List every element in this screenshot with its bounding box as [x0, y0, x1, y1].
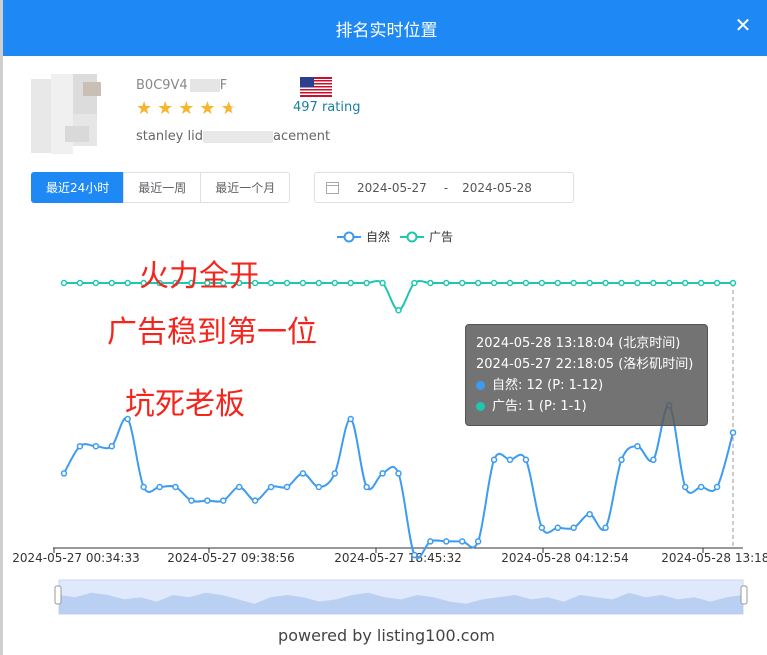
navigator-handle-left [54, 585, 62, 605]
data-point [235, 483, 243, 491]
data-point [522, 279, 530, 287]
data-point [331, 279, 339, 287]
data-point [427, 538, 434, 545]
rank-modal: 排名实时位置 ✕ B0C9V4 F ★★★★★ stanley lid acemen… [0, 0, 767, 655]
data-point [411, 551, 418, 559]
data-point [188, 497, 195, 504]
data-point [267, 279, 275, 287]
data-point [586, 510, 593, 518]
series-line-organic [63, 404, 734, 559]
data-point [395, 470, 402, 477]
data-point [379, 279, 386, 287]
data-point [474, 538, 482, 545]
data-point [522, 456, 530, 464]
annotation-text: 火力全开 [139, 259, 259, 294]
data-point [729, 279, 737, 287]
data-point [411, 279, 418, 287]
x-axis-tick-label: 2024-05-27 18:45:32 [334, 551, 461, 565]
data-point [618, 279, 625, 287]
data-point [108, 442, 116, 450]
data-point [156, 483, 163, 491]
data-point [506, 279, 514, 287]
data-point [427, 279, 434, 287]
data-point [60, 279, 68, 287]
data-point [681, 279, 689, 287]
data-point [681, 483, 689, 491]
data-point [506, 456, 514, 464]
data-point [363, 279, 370, 287]
data-point [697, 483, 705, 491]
data-point [554, 279, 562, 287]
data-point [729, 429, 737, 436]
data-point [172, 483, 179, 491]
data-point [538, 524, 546, 532]
annotation-text: 广告稳到第一位 [107, 315, 317, 350]
data-point [713, 483, 721, 491]
data-point [458, 538, 466, 545]
data-point [570, 524, 577, 532]
data-point [251, 497, 259, 504]
data-point [490, 456, 498, 464]
data-point [570, 279, 577, 287]
data-point [395, 306, 402, 314]
data-point [347, 279, 354, 287]
data-point [76, 442, 84, 450]
data-point [697, 279, 705, 287]
data-point [347, 415, 354, 423]
data-point [443, 279, 450, 287]
tooltip-ads: 广告: 1 (P: 1-1) [492, 399, 587, 414]
data-point [299, 279, 307, 287]
x-axis-tick-label: 2024-05-28 04:12:54 [501, 551, 628, 565]
data-point [76, 279, 84, 287]
x-axis-tick-label: 2024-05-27 00:34:33 [12, 551, 139, 565]
tooltip-organic: 自然: 12 (P: 1-12) [492, 378, 604, 393]
tooltip-la-time: 2024-05-27 22:18:05 (洛杉矶时间) [476, 357, 694, 372]
data-point [92, 442, 100, 450]
data-point [315, 279, 323, 287]
data-point [299, 470, 307, 477]
data-point [124, 279, 131, 287]
data-point [602, 524, 609, 532]
annotation-text: 坑死老板 [125, 387, 245, 422]
data-point [331, 470, 339, 477]
data-point [267, 483, 275, 491]
navigator-handle-right [740, 585, 748, 605]
data-point [586, 279, 593, 287]
data-point [283, 483, 291, 491]
data-point [666, 279, 673, 287]
data-point [363, 483, 370, 491]
data-point [283, 279, 291, 287]
data-point [634, 279, 641, 287]
data-point [458, 279, 466, 287]
data-point [315, 483, 323, 491]
data-point [60, 470, 68, 477]
tooltip-beijing-time: 2024-05-28 13:18:04 (北京时间) [476, 336, 681, 351]
data-point [443, 538, 450, 545]
x-axis-tick-label: 2024-05-27 09:38:56 [167, 551, 294, 565]
data-point [650, 456, 657, 464]
data-point [713, 279, 721, 287]
data-point [379, 470, 386, 477]
data-point [140, 483, 147, 491]
data-point [220, 497, 227, 504]
chart-tooltip: 2024-05-28 13:18:04 (北京时间) 2024-05-27 22… [465, 324, 708, 426]
data-point [474, 279, 482, 287]
data-point [602, 279, 609, 287]
data-point [490, 279, 498, 287]
data-point [538, 279, 546, 287]
data-point [618, 456, 625, 464]
data-point [92, 279, 100, 287]
data-point [554, 524, 562, 532]
powered-by-footer: powered by listing100.com [278, 626, 495, 645]
data-point [204, 497, 211, 504]
data-point [108, 279, 116, 287]
data-point [634, 442, 641, 450]
data-point [650, 279, 657, 287]
x-axis-tick-label: 2024-05-28 13:18:04 [661, 551, 767, 565]
